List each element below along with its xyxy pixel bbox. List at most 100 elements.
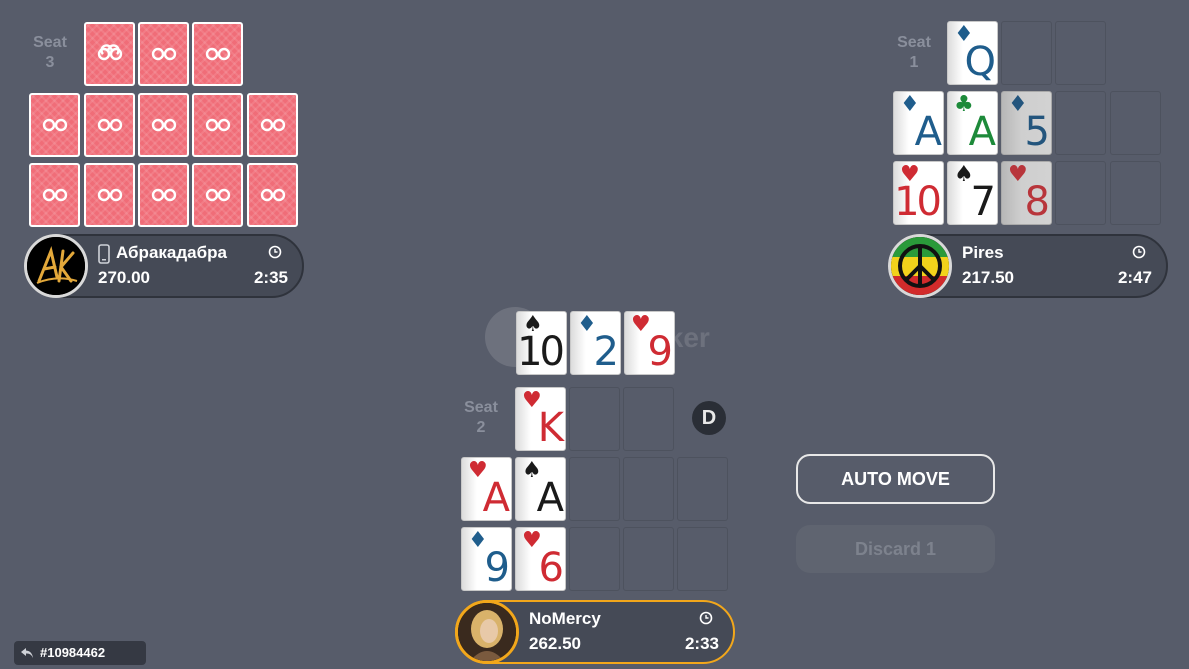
card-back-logo-icon xyxy=(151,188,176,202)
empty-card-slot xyxy=(1110,161,1161,225)
auto-move-button[interactable]: AUTO MOVE xyxy=(796,454,995,504)
card-back-logo-icon xyxy=(42,118,67,132)
empty-card-slot[interactable] xyxy=(623,527,674,591)
seat-3-label: Seat 3 xyxy=(25,33,75,73)
playing-card: ♥ K xyxy=(515,387,566,451)
card-back xyxy=(247,93,298,157)
card-back xyxy=(29,163,80,227)
card-rank: 10 xyxy=(894,179,942,225)
playing-card: ♦ A xyxy=(893,91,944,155)
peace-sign-avatar-icon xyxy=(891,237,949,295)
seat-1-player-panel[interactable]: Pires 217.50 2:47 xyxy=(888,234,1168,298)
seat-label-number: 2 xyxy=(476,419,486,436)
seat-label-number: 3 xyxy=(45,54,55,71)
card-rank: 8 xyxy=(1024,179,1051,225)
card-rank: A xyxy=(536,475,564,521)
empty-card-slot xyxy=(1001,21,1052,85)
player-photo-avatar-icon xyxy=(458,603,516,661)
player-stack: 262.50 xyxy=(529,634,581,653)
card-back xyxy=(84,22,135,86)
card-back-logo-icon xyxy=(97,118,122,132)
avatar[interactable] xyxy=(888,234,952,298)
card-back xyxy=(84,163,135,227)
mobile-device-icon xyxy=(98,244,110,264)
empty-card-slot xyxy=(1055,21,1106,85)
card-rank: Q xyxy=(964,39,997,85)
playing-card: ♦ Q xyxy=(947,21,998,85)
player-stack: 217.50 xyxy=(962,268,1014,287)
card-back-logo-icon xyxy=(42,188,67,202)
dealt-card[interactable]: ♦ 2 xyxy=(570,311,621,375)
seat-1-label: Seat 1 xyxy=(889,33,939,73)
seat-2-player-panel[interactable]: NoMercy 262.50 2:33 xyxy=(455,600,735,664)
card-back xyxy=(192,22,243,86)
hand-id: #10984462 xyxy=(40,645,106,660)
player-name: Абракадабра xyxy=(116,243,227,262)
card-back-logo-icon xyxy=(97,44,122,61)
card-rank: 2 xyxy=(593,329,620,375)
avatar[interactable] xyxy=(455,600,519,664)
avatar[interactable] xyxy=(24,234,88,298)
player-name: NoMercy xyxy=(529,609,601,628)
card-rank: A xyxy=(968,109,996,155)
empty-card-slot[interactable] xyxy=(677,527,728,591)
dealt-card[interactable]: ♥ 9 xyxy=(624,311,675,375)
playing-card: ♥ A xyxy=(461,457,512,521)
card-back xyxy=(192,93,243,157)
player-timebank: 2:35 xyxy=(253,268,288,287)
reply-arrow-icon xyxy=(21,648,33,658)
playing-card: ♠ A xyxy=(515,457,566,521)
clock-icon xyxy=(268,245,282,259)
empty-card-slot[interactable] xyxy=(623,387,674,451)
clock-icon xyxy=(699,611,713,625)
card-back xyxy=(247,163,298,227)
seat-label-number: 1 xyxy=(909,54,919,71)
playing-card: ♣ A xyxy=(947,91,998,155)
card-rank: 7 xyxy=(970,179,997,225)
player-timebank: 2:47 xyxy=(1117,268,1152,287)
card-rank: 9 xyxy=(484,545,511,591)
playing-card: ♥ 10 xyxy=(893,161,944,225)
card-rank: 6 xyxy=(538,545,565,591)
card-rank: 5 xyxy=(1024,109,1051,155)
card-back-logo-icon xyxy=(151,118,176,132)
empty-card-slot[interactable] xyxy=(623,457,674,521)
card-back-logo-icon xyxy=(205,188,230,202)
discard-button[interactable]: Discard 1 xyxy=(796,525,995,573)
card-rank: 10 xyxy=(517,329,565,375)
card-rank: A xyxy=(914,109,942,155)
empty-card-slot[interactable] xyxy=(569,387,620,451)
player-name: Pires xyxy=(962,243,1004,262)
seat-label-word: Seat xyxy=(33,34,67,51)
hand-history-link[interactable]: #10984462 xyxy=(14,641,146,665)
empty-card-slot[interactable] xyxy=(569,457,620,521)
card-back-logo-icon xyxy=(205,47,230,61)
card-back xyxy=(84,93,135,157)
card-back xyxy=(138,22,189,86)
player-timebank: 2:33 xyxy=(684,634,719,653)
empty-card-slot[interactable] xyxy=(569,527,620,591)
card-back-logo-icon xyxy=(260,118,285,132)
card-back xyxy=(138,163,189,227)
seat-2-label: Seat 2 xyxy=(456,398,506,438)
seat-3-player-panel[interactable]: Абракадабра 270.00 2:35 xyxy=(24,234,304,298)
card-back xyxy=(192,163,243,227)
card-back xyxy=(138,93,189,157)
seat-label-word: Seat xyxy=(897,34,931,51)
player-stack: 270.00 xyxy=(98,268,150,287)
dealt-card[interactable]: ♠ 10 xyxy=(516,311,567,375)
dealer-button: D xyxy=(692,401,726,435)
empty-card-slot[interactable] xyxy=(677,457,728,521)
clock-icon xyxy=(1132,245,1146,259)
empty-card-slot xyxy=(1055,91,1106,155)
empty-card-slot xyxy=(1055,161,1106,225)
playing-card-last-placed: ♦ 5 xyxy=(1001,91,1052,155)
card-back xyxy=(29,93,80,157)
playing-card: ♥ 6 xyxy=(515,527,566,591)
seat-label-word: Seat xyxy=(464,399,498,416)
card-back-logo-icon xyxy=(205,118,230,132)
card-back-logo-icon xyxy=(151,47,176,61)
card-back-logo-icon xyxy=(97,188,122,202)
playing-card: ♦ 9 xyxy=(461,527,512,591)
card-back-logo-icon xyxy=(260,188,285,202)
